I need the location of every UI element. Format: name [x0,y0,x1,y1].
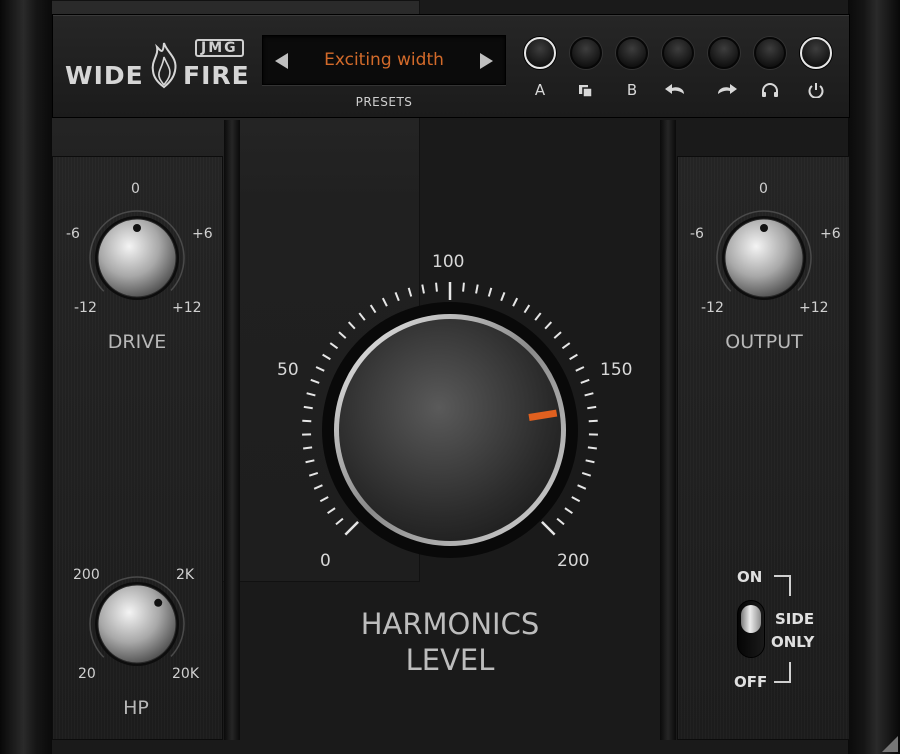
harmonics-tick-150: 150 [600,360,633,380]
output-label: OUTPUT [725,331,803,353]
brand-logo: JMG [195,39,244,57]
headphones-icon[interactable] [754,80,786,98]
hp-label: HP [123,697,149,719]
logo-word-right: FIRE [183,61,250,90]
flame-icon [151,42,177,89]
output-knob-pointer [760,224,768,232]
power-button[interactable] [800,37,832,69]
undo-button[interactable] [662,37,694,69]
drive-tick-0: 0 [131,181,140,197]
harmonics-level-knob[interactable] [290,270,610,590]
harmonics-label-line1: HARMONICS [360,607,540,641]
previous-preset-button[interactable] [275,53,288,69]
redo-icon[interactable] [708,80,740,98]
a-label[interactable]: A [524,81,556,99]
power-icon[interactable] [800,80,832,98]
b-label[interactable]: B [616,81,648,99]
right-rail [848,0,900,754]
divider-right [660,120,676,740]
side-only-toggle[interactable] [737,600,765,658]
copy-icon[interactable] [570,80,602,98]
left-rail [0,0,52,754]
b-button[interactable] [616,37,648,69]
harmonics-tick-100: 100 [432,252,465,272]
side-only-on-label: ON [737,568,763,586]
logo-word-left: WIDE [65,61,144,90]
drive-tick-plus6: +6 [192,226,213,242]
output-knob[interactable] [714,208,814,308]
harmonics-tick-50: 50 [277,360,299,380]
next-preset-button[interactable] [480,53,493,69]
output-tick-0: 0 [759,181,768,197]
drive-knob-pointer [133,224,141,232]
toggle-lever[interactable] [741,605,761,633]
hp-knob-pointer [154,598,163,607]
harmonics-tick-200: 200 [557,551,590,571]
resize-handle[interactable] [882,736,898,752]
side-only-label-line1: SIDE [775,610,815,628]
harmonics-label-line2: LEVEL [405,643,495,677]
harmonics-tick-0: 0 [320,551,331,571]
header-bar: WIDE FIRE JMG Exciting width PRESETS A B [52,14,850,118]
hp-knob[interactable] [87,574,187,674]
redo-button[interactable] [708,37,740,69]
divider-left [224,120,240,740]
output-tick-plus6: +6 [820,226,841,242]
headphones-button[interactable] [754,37,786,69]
undo-icon[interactable] [662,80,694,98]
side-only-label-line2: ONLY [771,633,815,651]
a-button[interactable] [524,37,556,69]
logo: WIDE FIRE JMG [63,39,253,99]
drive-tick-minus6: -6 [66,226,80,242]
harmonics-level-label: HARMONICS LEVEL [330,606,570,678]
preset-name[interactable]: Exciting width [293,50,475,70]
side-only-off-label: OFF [734,673,768,691]
presets-label: PRESETS [355,95,413,109]
output-tick-minus6: -6 [690,226,704,242]
drive-knob[interactable] [87,208,187,308]
drive-label: DRIVE [107,331,167,353]
side-only-bracket [774,575,791,683]
harmonics-pointer [528,409,558,421]
preset-selector[interactable]: Exciting width [262,35,506,85]
copy-button[interactable] [570,37,602,69]
plugin-window: WIDE FIRE JMG Exciting width PRESETS AB … [0,0,900,754]
